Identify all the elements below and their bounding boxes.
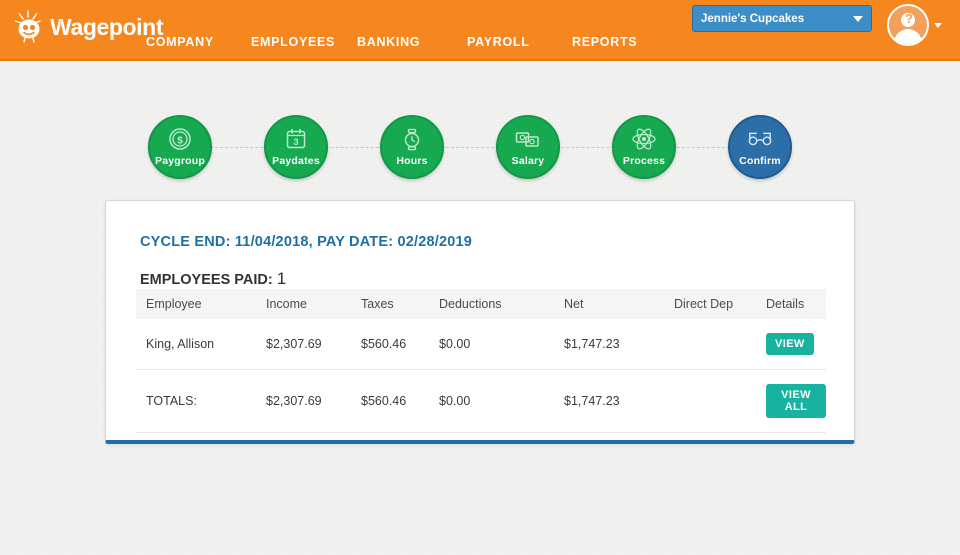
table-head: Employee Income Taxes Deductions Net Dir… (136, 289, 826, 319)
cell-direct-dep (664, 319, 756, 370)
dollar-coin-icon: $ (167, 126, 193, 152)
cycle-date-heading: CYCLE END: 11/04/2018, PAY DATE: 02/28/2… (140, 234, 473, 250)
chevron-down-icon (853, 15, 863, 22)
wagepoint-mascot-icon (14, 10, 48, 44)
money-bills-icon (515, 126, 541, 152)
brand-logo[interactable]: Wagepoint (14, 10, 163, 44)
cell-employee: TOTALS: (136, 369, 256, 433)
nav-item-payroll[interactable]: PAYROLL (467, 35, 572, 49)
column-header-net: Net (554, 289, 664, 319)
table-row: TOTALS: $2,307.69 $560.46 $0.00 $1,747.2… (136, 369, 826, 433)
glasses-icon (747, 126, 773, 152)
company-selector[interactable]: Jennie's Cupcakes (692, 5, 872, 32)
column-header-taxes: Taxes (351, 289, 429, 319)
employees-paid-label: EMPLOYEES PAID: (140, 272, 273, 288)
payroll-table: Employee Income Taxes Deductions Net Dir… (136, 289, 826, 433)
user-avatar-icon: ? (887, 4, 929, 46)
column-header-employee: Employee (136, 289, 256, 319)
cell-details: VIEW ALL (756, 369, 826, 433)
step-label: Hours (396, 155, 428, 167)
employees-paid-count: 1 (276, 269, 287, 288)
table-header-row: Employee Income Taxes Deductions Net Dir… (136, 289, 826, 319)
cell-income: $2,307.69 (256, 319, 351, 370)
table-row: King, Allison $2,307.69 $560.46 $0.00 $1… (136, 319, 826, 370)
company-selector-value: Jennie's Cupcakes (701, 12, 805, 25)
svg-text:3: 3 (293, 137, 298, 148)
column-header-direct-dep: Direct Dep (664, 289, 756, 319)
step-paygroup[interactable]: $ Paygroup (148, 115, 212, 179)
column-header-income: Income (256, 289, 351, 319)
confirmation-bar: I confirm that I have reviewed the detai… (0, 462, 960, 522)
top-header: Wagepoint COMPANY EMPLOYEES BANKING PAYR… (0, 0, 960, 61)
nav-item-employees[interactable]: EMPLOYEES (251, 35, 357, 49)
payroll-summary-card: CYCLE END: 11/04/2018, PAY DATE: 02/28/2… (105, 200, 855, 444)
step-label: Paygroup (154, 155, 206, 167)
svg-text:$: $ (177, 136, 183, 147)
step-process[interactable]: Process (612, 115, 676, 179)
nav-item-reports[interactable]: REPORTS (572, 35, 637, 49)
view-details-button[interactable]: VIEW (766, 333, 814, 355)
column-header-deductions: Deductions (429, 289, 554, 319)
step-hours[interactable]: Hours (380, 115, 444, 179)
cell-taxes: $560.46 (351, 319, 429, 370)
cell-income: $2,307.69 (256, 369, 351, 433)
table-body: King, Allison $2,307.69 $560.46 $0.00 $1… (136, 319, 826, 433)
cell-deductions: $0.00 (429, 369, 554, 433)
calendar-icon: 3 (283, 126, 309, 152)
cell-deductions: $0.00 (429, 319, 554, 370)
step-salary[interactable]: Salary (496, 115, 560, 179)
step-label: Confirm (739, 155, 781, 167)
nav-item-banking[interactable]: BANKING (357, 35, 467, 49)
cell-details: VIEW (756, 319, 826, 370)
main-navigation: COMPANY EMPLOYEES BANKING PAYROLL REPORT… (146, 35, 637, 49)
cell-employee: King, Allison (136, 319, 256, 370)
step-confirm[interactable]: Confirm (728, 115, 792, 179)
cell-net: $1,747.23 (554, 369, 664, 433)
payroll-progress-stepper: $ Paygroup 3 Paydates Hours Salary Proce… (0, 108, 960, 188)
cell-net: $1,747.23 (554, 319, 664, 370)
stopwatch-icon (399, 126, 425, 152)
step-label: Salary (511, 155, 545, 167)
employees-paid-summary: EMPLOYEES PAID: 1 (140, 269, 286, 289)
cell-taxes: $560.46 (351, 369, 429, 433)
step-label: Process (622, 155, 666, 167)
cell-direct-dep (664, 369, 756, 433)
column-header-details: Details (756, 289, 826, 319)
account-menu[interactable]: ? (887, 4, 942, 46)
step-paydates[interactable]: 3 Paydates (264, 115, 328, 179)
step-label: Paydates (272, 155, 320, 167)
atom-icon (631, 126, 657, 152)
app-root: Wagepoint COMPANY EMPLOYEES BANKING PAYR… (0, 0, 960, 555)
chevron-down-icon (934, 22, 942, 28)
view-all-details-button[interactable]: VIEW ALL (766, 384, 826, 418)
nav-item-company[interactable]: COMPANY (146, 35, 251, 49)
